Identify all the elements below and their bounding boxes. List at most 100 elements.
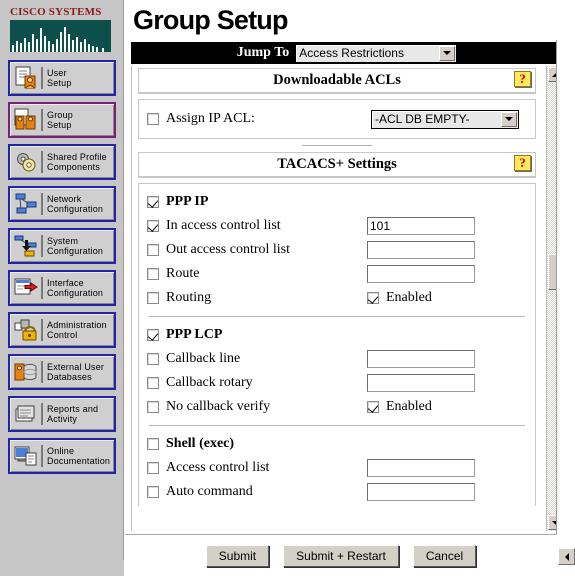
nav-separator: [41, 361, 43, 383]
help-icon[interactable]: ?: [514, 155, 531, 171]
access-control-list-checkbox[interactable]: [147, 462, 159, 474]
nav-separator: [41, 235, 43, 257]
horizontal-scroll-left-arrow-icon[interactable]: [558, 548, 575, 565]
sidebar-item-label: System Configuration: [47, 236, 104, 256]
out-access-control-list-label: Out access control list: [166, 242, 291, 257]
route-checkbox[interactable]: [147, 268, 159, 280]
no-callback-verify-enabled-label: Enabled: [386, 399, 432, 414]
callback-rotary-row: Callback rotary: [147, 371, 527, 395]
sidebar-item-label: Reports and Activity: [47, 404, 99, 424]
routing-enabled-checkbox[interactable]: [367, 292, 379, 304]
tacacs-settings-panel: TACACS+ Settings ?: [138, 152, 536, 178]
jump-to-bar: Jump To Access Restrictions: [131, 42, 563, 64]
auto-command-label: Auto command: [166, 484, 253, 499]
callback-line-row: Callback line: [147, 347, 527, 371]
auto-command-row: Auto command: [147, 480, 527, 504]
sidebar-item-label: Group Setup: [47, 110, 74, 130]
callback-rotary-input[interactable]: [367, 374, 475, 392]
sidebar-bottom-filler: [0, 560, 124, 576]
ppp-lcp-label: PPP LCP: [166, 327, 223, 342]
callback-line-input[interactable]: [367, 350, 475, 368]
chevron-down-icon[interactable]: [439, 45, 456, 61]
callback-rotary-label: Callback rotary: [166, 375, 253, 390]
auto-command-input[interactable]: [367, 483, 475, 501]
nav-separator: [41, 445, 43, 467]
settings-scroll-region: Downloadable ACLs ? Assign IP ACL: -ACL …: [132, 66, 542, 531]
no-callback-verify-label: No callback verify: [166, 399, 271, 414]
assign-ip-acl-label: Assign IP ACL:: [166, 111, 255, 126]
sidebar-item-label: Administration Control: [47, 320, 107, 340]
assign-ip-acl-selected-value: -ACL DB EMPTY-: [375, 112, 470, 126]
route-input[interactable]: [367, 265, 475, 283]
nav-separator: [41, 67, 43, 89]
in-access-control-list-input[interactable]: 101: [367, 217, 475, 235]
routing-row: Routing Enabled: [147, 286, 527, 310]
online-documentation-icon: [14, 446, 37, 466]
in-access-control-list-row: In access control list 101: [147, 214, 527, 238]
no-callback-verify-enabled-checkbox[interactable]: [367, 401, 379, 413]
group-divider: [149, 316, 525, 317]
cancel-button[interactable]: Cancel: [412, 544, 477, 567]
sidebar-item-label: User Setup: [47, 68, 72, 88]
reports-activity-icon: [15, 405, 35, 422]
ppp-lcp-checkbox[interactable]: [147, 329, 159, 341]
access-control-list-label: Access control list: [166, 460, 270, 475]
submit-button[interactable]: Submit: [205, 544, 270, 567]
page-right-edge: [556, 40, 575, 534]
sidebar-item-network-configuration[interactable]: Network Configuration: [8, 186, 116, 222]
form-action-bar: Submit Submit + Restart Cancel: [125, 534, 557, 576]
sidebar-item-shared-profile-components[interactable]: Shared Profile Components: [8, 144, 116, 180]
downloadable-acls-title: Downloadable ACLs: [273, 72, 401, 88]
sidebar-item-administration-control[interactable]: Administration Control: [8, 312, 116, 348]
sidebar-item-label: Network Configuration: [47, 194, 104, 214]
access-control-list-input[interactable]: [367, 459, 475, 477]
help-icon[interactable]: ?: [514, 71, 531, 87]
shell-exec-label: Shell (exec): [166, 436, 235, 451]
access-control-list-row: Access control list: [147, 456, 527, 480]
auto-command-checkbox[interactable]: [147, 486, 159, 498]
callback-line-checkbox[interactable]: [147, 353, 159, 365]
sidebar-item-external-user-databases[interactable]: External User Databases: [8, 354, 116, 390]
sidebar-item-interface-configuration[interactable]: Interface Configuration: [8, 270, 116, 306]
section-divider: [302, 145, 372, 146]
out-access-control-list-checkbox[interactable]: [147, 244, 159, 256]
sidebar: CISCO SYSTEMS User Setup Group Setup Sha…: [0, 0, 124, 576]
no-callback-verify-checkbox[interactable]: [147, 401, 159, 413]
system-config-icon: [14, 235, 37, 257]
jump-to-select[interactable]: Access Restrictions: [295, 43, 458, 63]
sidebar-nav: User Setup Group Setup Shared Profile Co…: [0, 60, 123, 474]
assign-ip-acl-select[interactable]: -ACL DB EMPTY-: [371, 109, 519, 129]
jump-to-label: Jump To: [236, 45, 290, 60]
route-row: Route: [147, 262, 527, 286]
sidebar-item-online-documentation[interactable]: Online Documentation: [8, 438, 116, 474]
chevron-down-icon[interactable]: [501, 111, 517, 127]
page-title: Group Setup: [133, 5, 289, 35]
in-access-control-list-checkbox[interactable]: [147, 220, 159, 232]
sidebar-item-user-setup[interactable]: User Setup: [8, 60, 116, 96]
sidebar-item-group-setup[interactable]: Group Setup: [8, 102, 116, 138]
group-title-row: PPP IP: [147, 190, 527, 214]
routing-label: Routing: [166, 290, 212, 305]
callback-rotary-checkbox[interactable]: [147, 377, 159, 389]
settings-frame: Downloadable ACLs ? Assign IP ACL: -ACL …: [131, 66, 563, 531]
nav-separator: [41, 193, 43, 215]
sidebar-item-reports-and-activity[interactable]: Reports and Activity: [8, 396, 116, 432]
tacacs-settings-header: TACACS+ Settings ?: [139, 153, 535, 177]
assign-ip-acl-panel: Assign IP ACL: -ACL DB EMPTY-: [138, 99, 536, 139]
out-access-control-list-input[interactable]: [367, 241, 475, 259]
submit-restart-button[interactable]: Submit + Restart: [283, 544, 399, 567]
group-title-row: PPP LCP: [147, 323, 527, 347]
nav-separator: [41, 403, 43, 425]
main-content: Group Setup Jump To Access Restrictions …: [125, 0, 575, 576]
routing-checkbox[interactable]: [147, 292, 159, 304]
nav-separator: [41, 151, 43, 173]
jump-to-selected-value: Access Restrictions: [299, 46, 404, 60]
callback-line-label: Callback line: [166, 351, 241, 366]
routing-enabled-wrap: Enabled: [367, 290, 527, 306]
assign-ip-acl-checkbox[interactable]: [147, 113, 159, 125]
shell-exec-checkbox[interactable]: [147, 438, 159, 450]
nav-separator: [41, 277, 43, 299]
sidebar-item-system-configuration[interactable]: System Configuration: [8, 228, 116, 264]
user-setup-icon: [15, 66, 36, 89]
ppp-ip-checkbox[interactable]: [147, 196, 159, 208]
